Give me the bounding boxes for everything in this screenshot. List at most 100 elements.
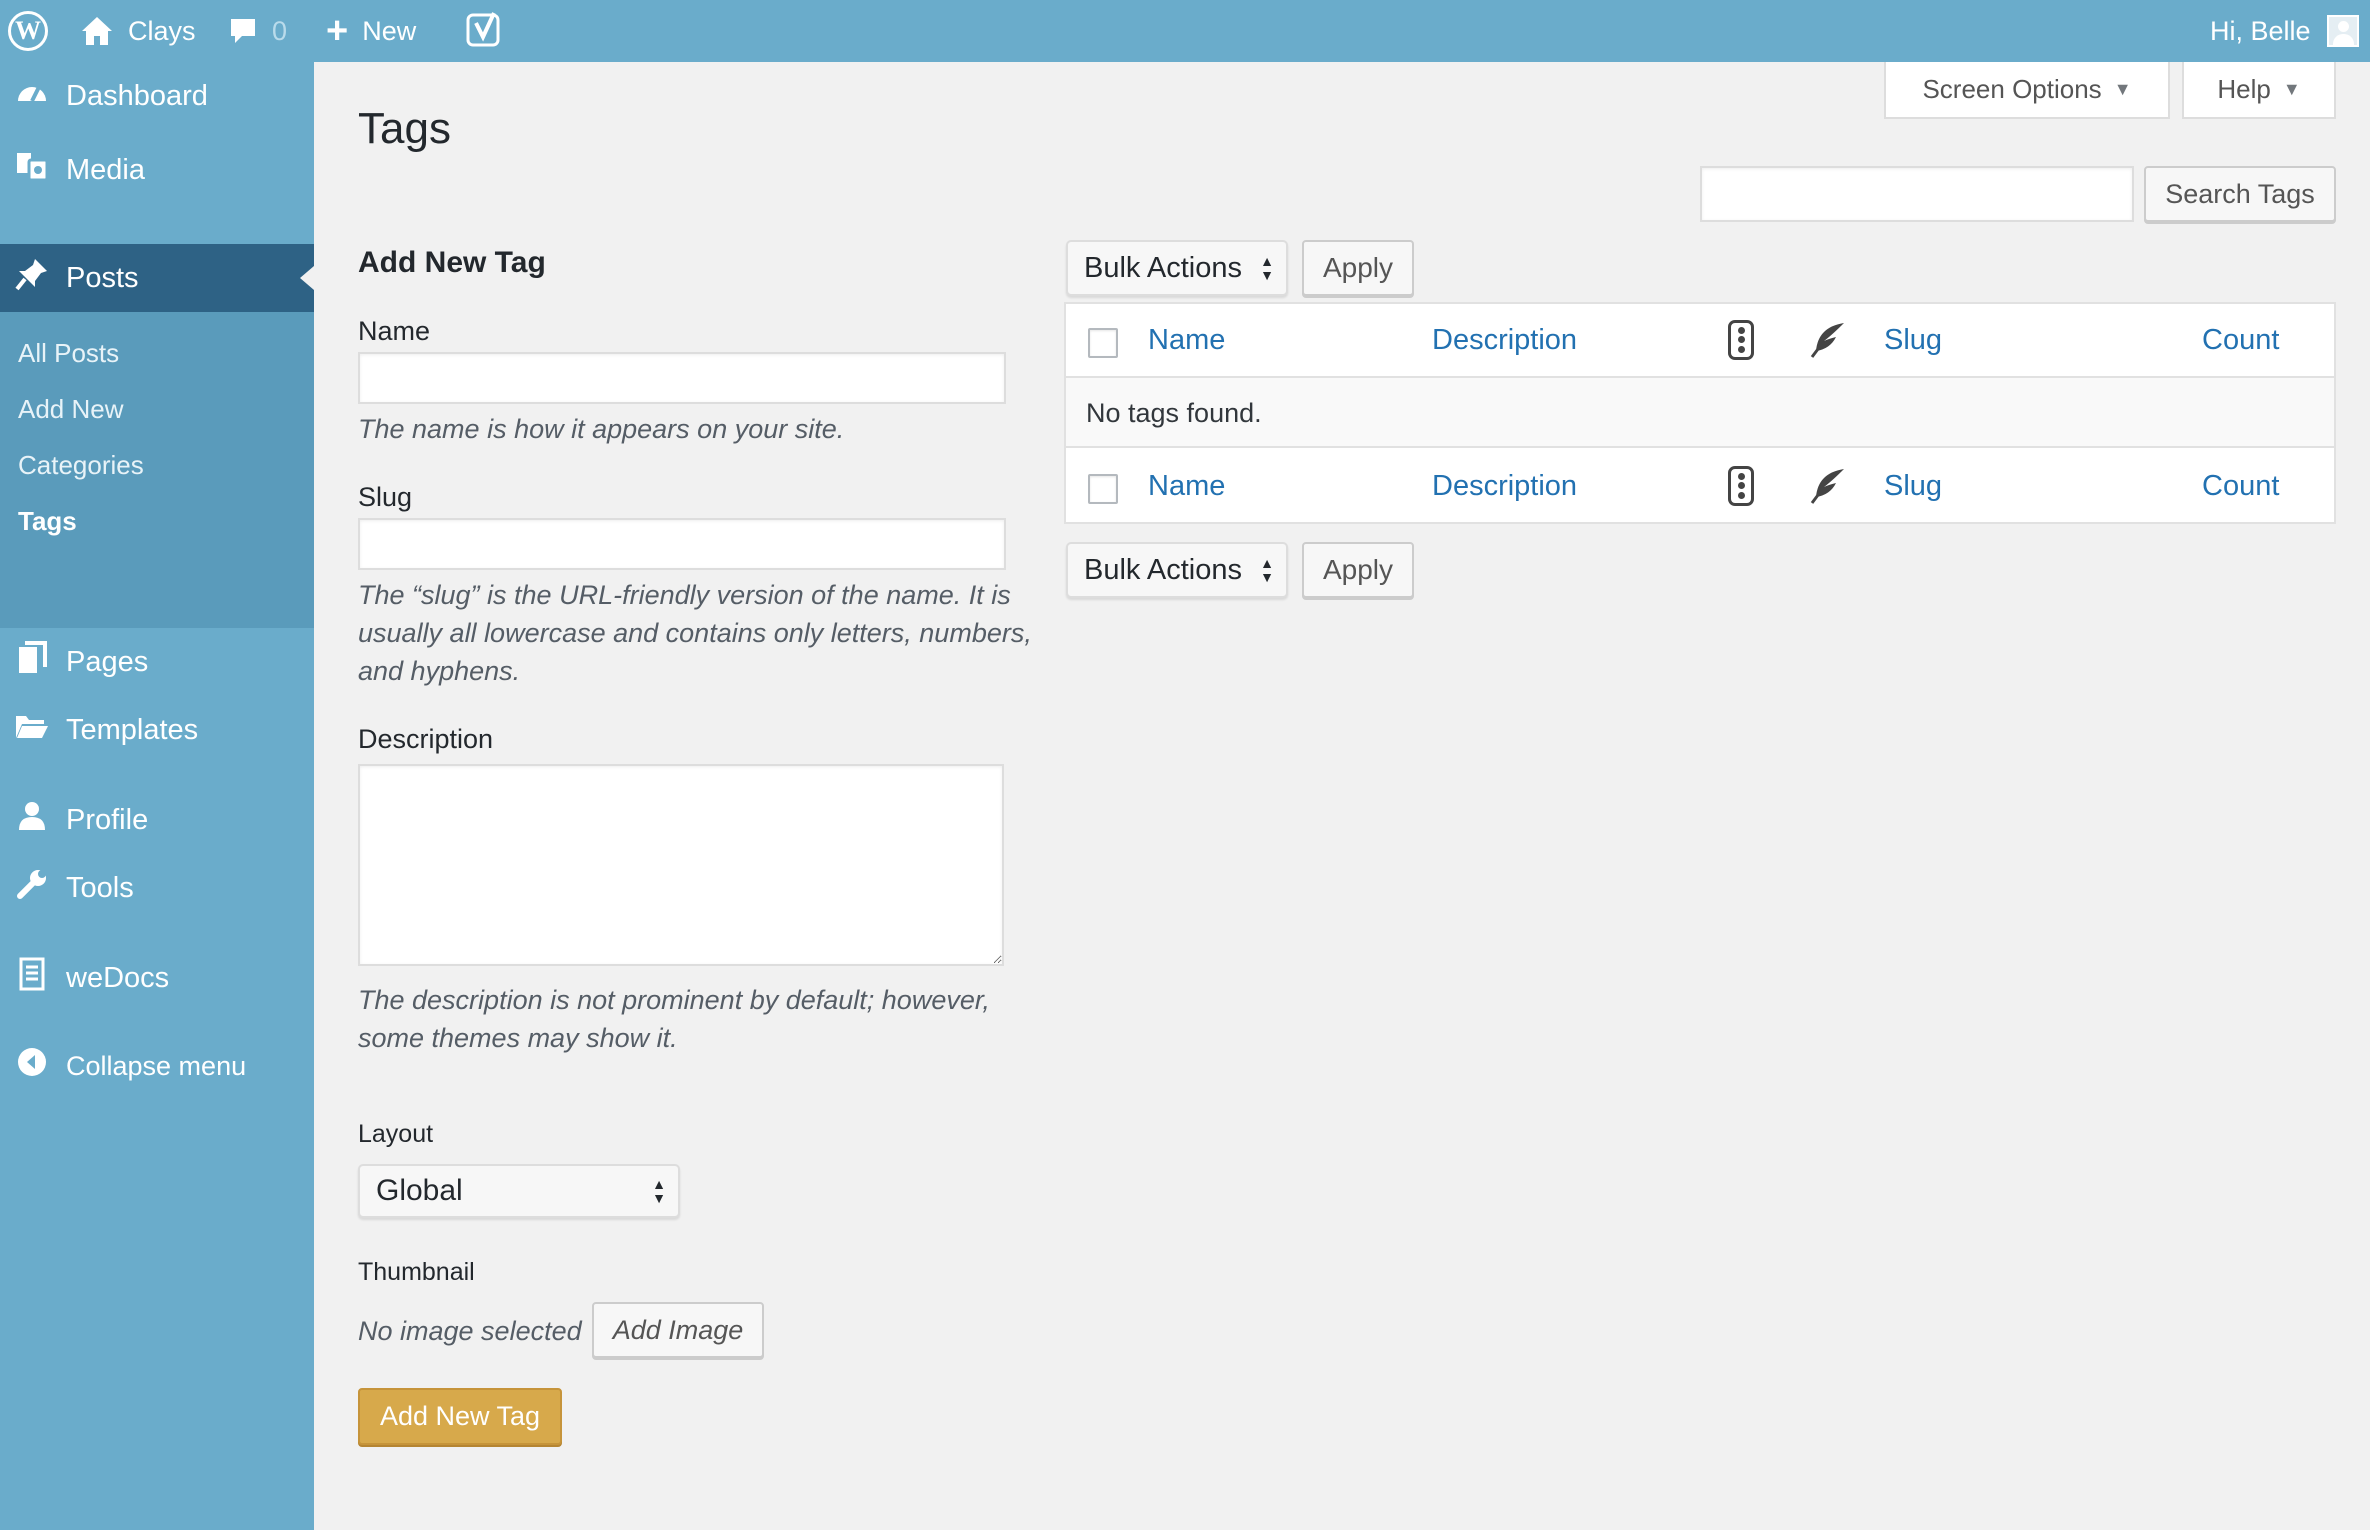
submenu-item-categories[interactable]: Categories <box>18 450 144 481</box>
site-name-link[interactable]: Clays <box>80 0 196 62</box>
layout-select[interactable]: Global ▲ ▼ <box>358 1164 680 1218</box>
column-footer-slug[interactable]: Slug <box>1884 450 1942 522</box>
wrench-icon <box>14 868 50 908</box>
column-header-slug[interactable]: Slug <box>1884 304 1942 376</box>
avatar-icon <box>2326 15 2359 47</box>
description-textarea[interactable] <box>358 764 1004 966</box>
readability-icon <box>1810 304 1846 376</box>
sidebar-item-label: Media <box>66 153 145 186</box>
screen-options-label: Screen Options <box>1922 74 2102 104</box>
add-image-button[interactable]: Add Image <box>592 1302 764 1358</box>
description-help-text: The description is not prominent by defa… <box>358 985 990 1053</box>
submenu-item-all-posts[interactable]: All Posts <box>18 338 119 369</box>
column-footer-description[interactable]: Description <box>1432 450 1577 522</box>
select-all-checkbox-footer[interactable] <box>1088 474 1118 504</box>
name-input[interactable] <box>358 352 1006 404</box>
search-tags-input[interactable] <box>1700 166 2134 222</box>
collapse-menu-button[interactable]: Collapse menu <box>0 1032 314 1100</box>
sidebar-item-pages[interactable]: Pages <box>0 628 314 696</box>
table-header-row: Name Description Slug Count <box>1066 304 2334 376</box>
caret-down-icon: ▼ <box>2113 79 2132 99</box>
dashboard-icon <box>14 77 50 115</box>
slug-help-text: The “slug” is the URL-friendly version o… <box>358 580 1032 686</box>
bulk-actions-value: Bulk Actions <box>1084 553 1242 586</box>
slug-label: Slug <box>358 482 413 512</box>
tags-table: Name Description Slug Count No tags foun… <box>1064 302 2336 524</box>
new-label: New <box>362 15 417 46</box>
sidebar-item-label: Pages <box>66 645 149 678</box>
apply-button-top[interactable]: Apply <box>1302 240 1414 296</box>
yoast-icon[interactable] <box>466 0 504 62</box>
document-icon <box>14 957 50 999</box>
sidebar-item-label: Dashboard <box>66 79 208 112</box>
select-arrows-icon: ▲ ▼ <box>1260 253 1274 283</box>
help-button[interactable]: Help ▼ <box>2182 62 2336 119</box>
select-all-checkbox[interactable] <box>1088 328 1118 358</box>
bulk-actions-value: Bulk Actions <box>1084 251 1242 284</box>
collapse-icon <box>14 1046 50 1086</box>
apply-button-bottom[interactable]: Apply <box>1302 542 1414 598</box>
sidebar-item-label: weDocs <box>66 961 170 994</box>
sidebar-item-label: Profile <box>66 803 149 836</box>
sidebar-item-tools[interactable]: Tools <box>0 854 314 922</box>
bulk-actions-select-top[interactable]: Bulk Actions ▲ ▼ <box>1066 240 1288 296</box>
no-tags-message: No tags found. <box>1086 397 1262 428</box>
sidebar-item-label: Posts <box>66 261 139 294</box>
help-label: Help <box>2217 74 2271 104</box>
admin-sidebar: Dashboard Media Posts All Posts Add New … <box>0 62 314 1530</box>
add-image-label: Add Image <box>612 1314 744 1345</box>
comments-link[interactable]: 0 <box>228 0 287 62</box>
table-footer-row: Name Description Slug Count <box>1066 450 2334 522</box>
media-icon <box>14 150 50 190</box>
submenu-item-add-new[interactable]: Add New <box>18 394 124 425</box>
search-tags-button[interactable]: Search Tags <box>2144 166 2336 222</box>
select-arrows-icon: ▲ ▼ <box>652 1176 666 1206</box>
sidebar-item-profile[interactable]: Profile <box>0 786 314 854</box>
table-row: No tags found. <box>1066 376 2334 448</box>
thumbnail-label: Thumbnail <box>358 1258 475 1286</box>
readability-icon <box>1810 450 1846 522</box>
select-arrows-icon: ▲ ▼ <box>1260 555 1274 585</box>
page-title: Tags <box>358 104 451 153</box>
admin-bar: W Clays 0 + New Hi, Belle <box>0 0 2370 62</box>
sidebar-item-media[interactable]: Media <box>0 136 314 204</box>
column-header-description[interactable]: Description <box>1432 304 1577 376</box>
submenu-item-tags[interactable]: Tags <box>18 506 77 537</box>
column-footer-count[interactable]: Count <box>2202 450 2279 522</box>
bulk-actions-select-bottom[interactable]: Bulk Actions ▲ ▼ <box>1066 542 1288 598</box>
sidebar-item-templates[interactable]: Templates <box>0 696 314 764</box>
new-content-link[interactable]: + New <box>326 0 416 62</box>
sidebar-item-label: Collapse menu <box>66 1050 247 1081</box>
sidebar-item-label: Templates <box>66 713 199 746</box>
thumbnail-status: No image selected <box>358 1316 582 1346</box>
column-footer-name[interactable]: Name <box>1148 450 1225 522</box>
caret-down-icon: ▼ <box>2282 79 2301 99</box>
sidebar-item-wedocs[interactable]: weDocs <box>0 944 314 1012</box>
plus-icon: + <box>326 9 349 52</box>
comments-count: 0 <box>272 15 288 46</box>
slug-input[interactable] <box>358 518 1006 570</box>
add-new-tag-button[interactable]: Add New Tag <box>358 1388 562 1445</box>
screen-options-button[interactable]: Screen Options ▼ <box>1884 62 2170 119</box>
comment-icon <box>231 19 255 43</box>
user-icon <box>14 800 50 840</box>
sidebar-item-label: Tools <box>66 871 134 904</box>
add-new-tag-heading: Add New Tag <box>358 246 546 279</box>
home-icon <box>82 17 112 45</box>
pin-icon <box>14 257 50 299</box>
site-name: Clays <box>128 15 196 46</box>
column-header-count[interactable]: Count <box>2202 304 2279 376</box>
column-header-name[interactable]: Name <box>1148 304 1225 376</box>
greeting: Hi, Belle <box>2210 15 2311 46</box>
posts-submenu: All Posts Add New Categories Tags <box>0 312 314 628</box>
sidebar-item-posts[interactable]: Posts <box>0 244 314 312</box>
seo-score-icon <box>1728 304 1754 376</box>
my-account-link[interactable]: Hi, Belle <box>2210 0 2359 62</box>
pages-icon <box>14 641 50 683</box>
sidebar-item-dashboard[interactable]: Dashboard <box>0 62 314 130</box>
seo-score-icon <box>1728 450 1754 522</box>
layout-label: Layout <box>358 1120 434 1148</box>
layout-selected-value: Global <box>376 1174 463 1207</box>
name-label: Name <box>358 316 431 346</box>
wordpress-logo-icon[interactable]: W <box>8 0 48 62</box>
